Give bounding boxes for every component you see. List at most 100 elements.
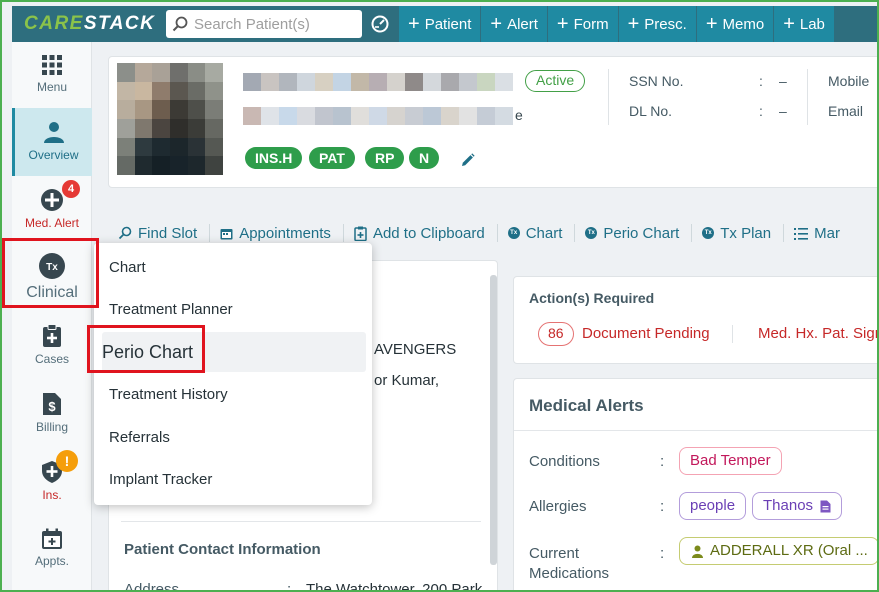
ssn-label: SSN No. — [629, 73, 684, 89]
add-prescription-button[interactable]: + Presc. — [617, 6, 696, 42]
add-alert-button[interactable]: + Alert — [480, 6, 547, 42]
sidebar-item-label: Cases — [34, 352, 69, 366]
add-prescription-label: Presc. — [644, 15, 687, 33]
sidebar: Menu Overview Med. Alert 4 Tx Clinical C… — [12, 42, 92, 590]
sidebar-item-label: Billing — [35, 420, 68, 434]
insurance-warning-badge: ! — [56, 450, 78, 472]
tx-icon: Tx — [585, 227, 598, 239]
dl-label: DL No. — [629, 103, 673, 119]
sidebar-item-label: Clinical — [26, 284, 78, 301]
patient-search-input[interactable]: Search Patient(s) — [166, 10, 362, 38]
medications-label-line1: Current — [529, 545, 580, 562]
search-placeholder: Search Patient(s) — [194, 15, 310, 33]
tag-insurance-holder[interactable]: INS.H — [245, 147, 303, 169]
dl-value: – — [779, 103, 787, 119]
tag-patient[interactable]: PAT — [309, 147, 355, 169]
speed-icon — [371, 15, 389, 33]
tx-plan-label: Tx Plan — [720, 224, 772, 242]
patient-name-redacted — [243, 73, 513, 91]
actions-required-panel: Action(s) Required 86 Document Pending M… — [513, 276, 877, 364]
allergy-chip-label: Thanos — [763, 497, 814, 514]
quick-actions-button[interactable] — [362, 14, 398, 34]
sidebar-item-billing[interactable]: $ Billing — [12, 388, 92, 440]
clinical-dropdown-menu: Chart Treatment Planner Perio Chart Trea… — [94, 243, 372, 505]
tag-n[interactable]: N — [409, 147, 440, 169]
sidebar-item-appointments[interactable]: Appts. — [12, 524, 92, 576]
sidebar-item-overview[interactable]: Overview — [12, 108, 92, 176]
appointments-link[interactable]: Appointments — [210, 224, 344, 242]
add-to-clipboard-link[interactable]: Add to Clipboard — [344, 224, 498, 242]
patient-photo[interactable] — [117, 63, 223, 175]
plus-icon: + — [556, 13, 569, 35]
med-alert-count-badge: 4 — [62, 180, 80, 198]
edit-tags-pencil-icon[interactable] — [461, 153, 475, 167]
menu-item-implant-tracker[interactable]: Implant Tracker — [94, 459, 372, 499]
plus-icon: + — [705, 13, 718, 35]
add-patient-label: Patient — [424, 15, 472, 33]
add-form-button[interactable]: + Form — [546, 6, 618, 42]
tx-icon: Tx — [507, 227, 520, 239]
medication-chip[interactable]: ADDERALL XR (Oral ... — [679, 537, 877, 565]
find-slot-link[interactable]: Find Slot — [108, 224, 211, 242]
divider — [121, 521, 481, 522]
sidebar-item-cases[interactable]: Cases — [12, 320, 92, 372]
perio-chart-label: Perio Chart — [603, 224, 680, 242]
sidebar-item-insurance[interactable]: Ins. ! — [12, 450, 92, 508]
sidebar-item-med-alert[interactable]: Med. Alert 4 — [12, 180, 92, 236]
medication-chip-label: ADDERALL XR (Oral ... — [710, 542, 868, 559]
menu-item-treatment-history[interactable]: Treatment History — [94, 374, 372, 414]
address-colon: : — [287, 581, 292, 590]
add-lab-button[interactable]: + Lab — [773, 6, 834, 42]
clipboard-plus-icon — [43, 324, 61, 347]
plus-icon: + — [783, 13, 795, 35]
allergy-chip[interactable]: people — [679, 492, 747, 520]
plus-icon: + — [627, 13, 640, 35]
menu-item-treatment-planner[interactable]: Treatment Planner — [94, 289, 372, 329]
tx-icon: Tx — [702, 227, 715, 239]
med-hx-sign-link[interactable]: Med. Hx. Pat. Sign — [758, 325, 877, 342]
search-icon — [172, 16, 188, 32]
allergies-label: Allergies — [529, 498, 587, 515]
menu-item-referrals[interactable]: Referrals — [94, 417, 372, 457]
chart-link[interactable]: Tx Chart — [498, 224, 576, 242]
carestack-logo[interactable]: CARE STACK — [12, 13, 162, 35]
find-slot-label: Find Slot — [138, 224, 198, 242]
patient-details-redacted — [243, 107, 513, 125]
search-icon — [118, 226, 132, 240]
tag-responsible-party[interactable]: RP — [365, 147, 405, 169]
sidebar-item-menu[interactable]: Menu — [12, 48, 92, 100]
clipboard-icon — [354, 226, 367, 241]
patient-info-line: or Kumar, — [374, 372, 440, 389]
address-value: The Watchtower, 200 Park — [306, 581, 483, 590]
sidebar-item-clinical[interactable]: Tx Clinical — [12, 248, 92, 306]
panel-scrollbar[interactable] — [490, 275, 497, 565]
sidebar-item-label: Menu — [36, 80, 68, 94]
person-icon — [692, 545, 703, 558]
svg-text:Tx: Tx — [46, 262, 58, 273]
patient-header-card: Active e INS.H PAT RP N SSN No. : – DL N… — [108, 56, 877, 188]
add-memo-button[interactable]: + Memo — [695, 6, 774, 42]
add-alert-label: Alert — [507, 15, 538, 33]
allergies-colon: : — [660, 498, 665, 515]
ssn-colon: : — [759, 73, 763, 89]
add-form-label: Form — [573, 15, 609, 33]
perio-chart-link[interactable]: Tx Perio Chart — [575, 224, 693, 242]
document-pending-link[interactable]: Document Pending — [582, 325, 710, 342]
logo-part-stack: STACK — [83, 13, 156, 34]
menu-item-chart[interactable]: Chart — [94, 247, 372, 287]
actions-required-title: Action(s) Required — [529, 290, 655, 306]
condition-chip[interactable]: Bad Temper — [679, 447, 782, 475]
sidebar-item-label: Ins. — [42, 488, 62, 502]
person-icon — [43, 122, 64, 143]
allergy-chip[interactable]: Thanos — [752, 492, 843, 520]
tx-plan-link[interactable]: Tx Tx Plan — [692, 224, 785, 242]
patient-details-tail: e — [515, 107, 523, 123]
medications-colon: : — [660, 545, 665, 562]
plus-circle-icon — [41, 189, 63, 211]
divider — [807, 69, 808, 125]
plus-icon: + — [408, 13, 420, 35]
menu-item-perio-chart[interactable]: Perio Chart — [102, 332, 366, 372]
add-patient-button[interactable]: + Patient — [398, 6, 481, 42]
more-link[interactable]: Mar — [784, 224, 852, 242]
calendar-icon — [42, 528, 62, 549]
